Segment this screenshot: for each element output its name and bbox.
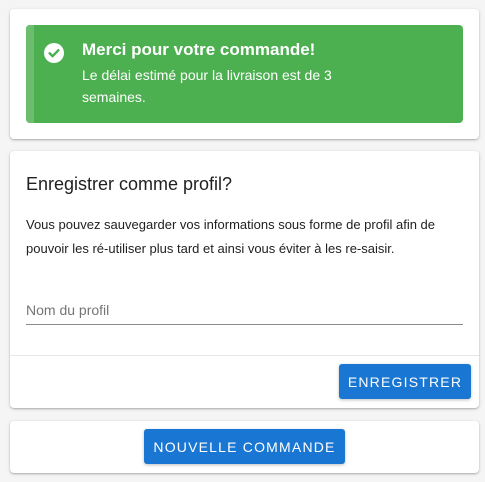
card-divider xyxy=(10,355,479,356)
success-alert: Merci pour votre commande! Le délai esti… xyxy=(26,25,463,123)
save-profile-description: Vous pouvez sauvegarder vos informations… xyxy=(26,217,436,256)
alert-accent-bar xyxy=(26,25,34,123)
alert-message: Le délai estimé pour la livraison est de… xyxy=(82,67,332,105)
profile-name-field xyxy=(26,296,463,325)
profile-name-input[interactable] xyxy=(26,296,463,324)
new-order-card: NOUVELLE COMMANDE xyxy=(10,421,479,473)
save-profile-title: Enregistrer comme profil? xyxy=(26,174,233,194)
check-circle-icon xyxy=(44,43,64,63)
new-order-button[interactable]: NOUVELLE COMMANDE xyxy=(144,429,345,464)
save-profile-card: Enregistrer comme profil? Vous pouvez sa… xyxy=(10,151,479,408)
alert-title: Merci pour votre commande! xyxy=(82,40,316,59)
save-profile-button[interactable]: ENREGISTRER xyxy=(339,364,471,399)
order-confirmation-card: Merci pour votre commande! Le délai esti… xyxy=(10,9,479,139)
